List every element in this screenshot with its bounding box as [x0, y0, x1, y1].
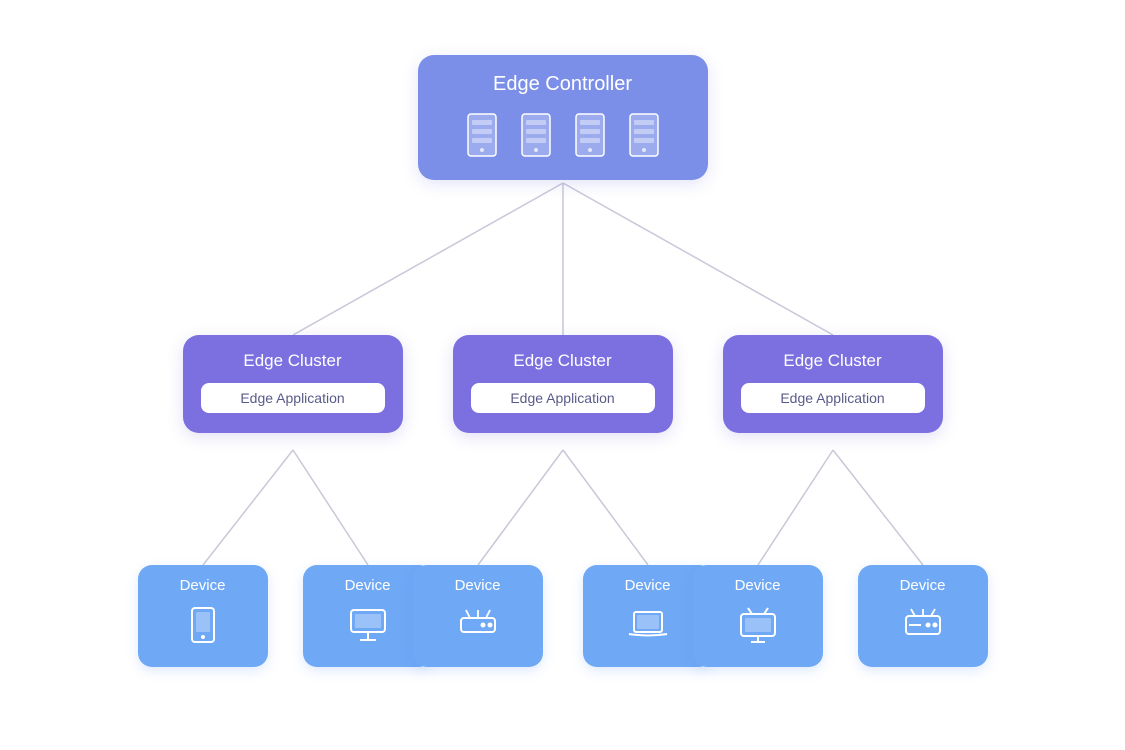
- laptop-icon: [626, 604, 670, 646]
- tablet-icon: [182, 604, 224, 646]
- controller-icons-row: [442, 112, 684, 158]
- cluster-right-app: Edge Application: [741, 383, 925, 413]
- server-icon-4: [626, 112, 662, 158]
- architecture-diagram: Edge Controller: [63, 35, 1063, 715]
- cluster-right-title: Edge Cluster: [741, 351, 925, 371]
- cluster-left: Edge Cluster Edge Application: [183, 335, 403, 433]
- tv-icon: [736, 604, 780, 646]
- device-ll: Device: [138, 565, 268, 667]
- cluster-left-app: Edge Application: [201, 383, 385, 413]
- cluster-center-app: Edge Application: [471, 383, 655, 413]
- device-rr: Device: [858, 565, 988, 667]
- drive-icon: [456, 604, 500, 646]
- cluster-left-title: Edge Cluster: [201, 351, 385, 371]
- device-rl: Device: [693, 565, 823, 667]
- server-icon-3: [572, 112, 608, 158]
- device-cl-title: Device: [423, 577, 533, 594]
- controller-title: Edge Controller: [442, 73, 684, 96]
- cluster-center: Edge Cluster Edge Application: [453, 335, 673, 433]
- device-rr-title: Device: [868, 577, 978, 594]
- device-lr-title: Device: [313, 577, 423, 594]
- server-drive-icon: [901, 604, 945, 646]
- device-ll-title: Device: [148, 577, 258, 594]
- monitor-icon: [347, 604, 389, 646]
- device-rl-title: Device: [703, 577, 813, 594]
- device-cr-title: Device: [593, 577, 703, 594]
- server-icon-2: [518, 112, 554, 158]
- cluster-center-title: Edge Cluster: [471, 351, 655, 371]
- cluster-right: Edge Cluster Edge Application: [723, 335, 943, 433]
- edge-controller-box: Edge Controller: [418, 55, 708, 180]
- server-icon-1: [464, 112, 500, 158]
- device-cl: Device: [413, 565, 543, 667]
